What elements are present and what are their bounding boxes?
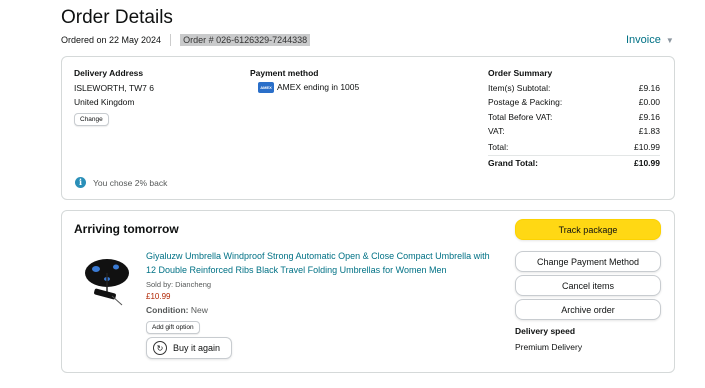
summary-value: £10.99 [634, 142, 660, 152]
summary-row-subtotal: Item(s) Subtotal: £9.16 [488, 83, 660, 93]
address-line-1: ISLEWORTH, TW7 6 [74, 83, 154, 93]
buy-again-icon: ↻ [153, 341, 167, 355]
page-title: Order Details [61, 7, 173, 28]
condition-value: New [190, 305, 208, 315]
shipment-card: Arriving tomorrow Giyaluzw Umbrella Wind… [61, 210, 675, 373]
summary-row-total: Total: £10.99 [488, 142, 660, 152]
invoice-dropdown[interactable]: Invoice ▼ [626, 34, 674, 46]
order-info-card: Delivery Address ISLEWORTH, TW7 6 United… [61, 56, 675, 200]
product-title-link[interactable]: Giyaluzw Umbrella Windproof Strong Autom… [146, 249, 496, 277]
summary-value: £9.16 [638, 112, 660, 122]
condition-label: Condition: [146, 305, 189, 315]
chevron-down-icon: ▼ [665, 35, 674, 45]
info-icon: i [75, 177, 86, 188]
order-summary-heading: Order Summary [488, 68, 553, 78]
add-gift-option-button[interactable]: Add gift option [146, 321, 200, 334]
payment-method-heading: Payment method [250, 68, 319, 78]
cancel-items-button[interactable]: Cancel items [515, 275, 661, 296]
summary-label: Postage & Packing: [488, 97, 563, 107]
cashback-text: You chose 2% back [93, 178, 168, 188]
summary-value: £9.16 [638, 83, 660, 93]
delivery-speed-heading: Delivery speed [515, 326, 576, 336]
summary-value: £10.99 [634, 158, 660, 168]
change-payment-method-button[interactable]: Change Payment Method [515, 251, 661, 272]
payment-card-text: AMEX ending in 1005 [277, 82, 360, 92]
summary-label: VAT: [488, 126, 505, 136]
sold-by: Sold by: Diancheng [146, 280, 212, 289]
summary-row-postage: Postage & Packing: £0.00 [488, 97, 660, 107]
buy-again-button[interactable]: ↻ Buy it again [146, 337, 232, 359]
order-number: Order # 026-6126329-7244338 [180, 34, 311, 46]
summary-value: £1.83 [638, 126, 660, 136]
meta-divider [170, 34, 172, 46]
summary-label: Total: [488, 142, 509, 152]
product-condition: Condition: New [146, 305, 208, 315]
change-address-button[interactable]: Change [74, 113, 109, 126]
summary-row-grand-total: Grand Total: £10.99 [488, 158, 660, 168]
product-price: £10.99 [146, 292, 171, 301]
amex-card-icon: AMEX [258, 82, 274, 93]
archive-order-button[interactable]: Archive order [515, 299, 661, 320]
summary-row-before-vat: Total Before VAT: £9.16 [488, 112, 660, 122]
address-line-2: United Kingdom [74, 97, 135, 107]
order-date: Ordered on 22 May 2024 [61, 35, 162, 45]
summary-label: Item(s) Subtotal: [488, 83, 551, 93]
summary-divider [488, 155, 660, 156]
delivery-speed-value: Premium Delivery [515, 342, 583, 352]
summary-label: Grand Total: [488, 158, 538, 168]
delivery-address-heading: Delivery Address [74, 68, 144, 78]
buy-again-label: Buy it again [173, 343, 221, 353]
product-image[interactable] [82, 255, 132, 307]
invoice-label: Invoice [626, 34, 661, 46]
arrival-status: Arriving tomorrow [74, 222, 179, 236]
order-meta: Ordered on 22 May 2024 Order # 026-61263… [61, 34, 311, 46]
summary-label: Total Before VAT: [488, 112, 553, 122]
summary-value: £0.00 [638, 97, 660, 107]
track-package-button[interactable]: Track package [515, 219, 661, 240]
summary-row-vat: VAT: £1.83 [488, 126, 660, 136]
